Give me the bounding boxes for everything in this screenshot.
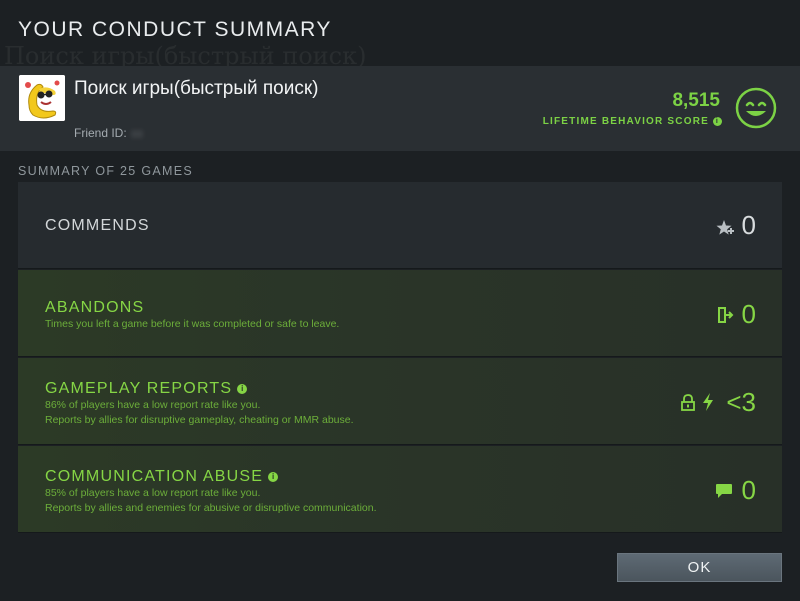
- lightning-icon: [703, 393, 713, 411]
- gameplay-reports-title: GAMEPLAY REPORTS i: [45, 380, 248, 398]
- door-exit-icon: [718, 307, 734, 323]
- commends-value: 0: [741, 210, 756, 240]
- player-name: Поиск игры(быстрый поиск): [74, 78, 319, 99]
- friend-id: Friend ID:: [74, 126, 143, 140]
- communication-abuse-card: COMMUNICATION ABUSE i 85% of players have…: [18, 446, 782, 533]
- commends-title: COMMENDS: [45, 217, 150, 234]
- avatar[interactable]: [19, 75, 65, 121]
- gameplay-reports-description-line-2: Reports by allies for disruptive gamepla…: [45, 414, 354, 426]
- communication-abuse-description-line-1: 85% of players have a low report rate li…: [45, 487, 261, 499]
- gameplay-reports-card: GAMEPLAY REPORTS i 86% of players have a …: [18, 358, 782, 445]
- profile-header: Поиск игры(быстрый поиск) Friend ID: 8,5…: [0, 66, 800, 151]
- chat-bubble-icon: [716, 484, 732, 498]
- gameplay-reports-value: <3: [726, 387, 756, 417]
- gameplay-reports-title-text: GAMEPLAY REPORTS: [45, 380, 233, 397]
- smiley-face-icon: [735, 87, 777, 129]
- communication-abuse-value: 0: [741, 475, 756, 505]
- behavior-score-value: 8,515: [672, 90, 720, 111]
- friend-id-value-redacted: [130, 129, 143, 138]
- communication-abuse-title: COMMUNICATION ABUSE i: [45, 468, 279, 486]
- info-icon[interactable]: i: [268, 472, 279, 482]
- gameplay-reports-description-line-1: 86% of players have a low report rate li…: [45, 399, 261, 411]
- star-plus-icon: [716, 220, 734, 235]
- window-title: YOUR CONDUCT SUMMARY: [18, 18, 332, 41]
- info-icon[interactable]: i: [713, 117, 722, 126]
- abandons-title: ABANDONS: [45, 299, 145, 316]
- ok-button[interactable]: OK: [617, 553, 782, 582]
- summary-label: SUMMARY OF 25 GAMES: [18, 164, 193, 178]
- banana-character-icon: [19, 75, 65, 121]
- abandons-value: 0: [741, 299, 756, 329]
- communication-abuse-description-line-2: Reports by allies and enemies for abusiv…: [45, 502, 377, 514]
- gameplay-reports-description: 86% of players have a low report rate li…: [45, 398, 354, 428]
- friend-id-label: Friend ID:: [74, 126, 127, 140]
- info-icon[interactable]: i: [237, 384, 248, 394]
- behavior-score-label: LIFETIME BEHAVIOR SCORE i: [543, 116, 722, 127]
- communication-abuse-description: 85% of players have a low report rate li…: [45, 486, 377, 516]
- commends-card: COMMENDS 0: [18, 182, 782, 269]
- abandons-description: Times you left a game before it was comp…: [45, 318, 340, 330]
- abandons-card: ABANDONS Times you left a game before it…: [18, 270, 782, 357]
- behavior-score-label-text: LIFETIME BEHAVIOR SCORE: [542, 116, 709, 127]
- lock-icon: [681, 394, 695, 411]
- communication-abuse-title-text: COMMUNICATION ABUSE: [45, 468, 264, 485]
